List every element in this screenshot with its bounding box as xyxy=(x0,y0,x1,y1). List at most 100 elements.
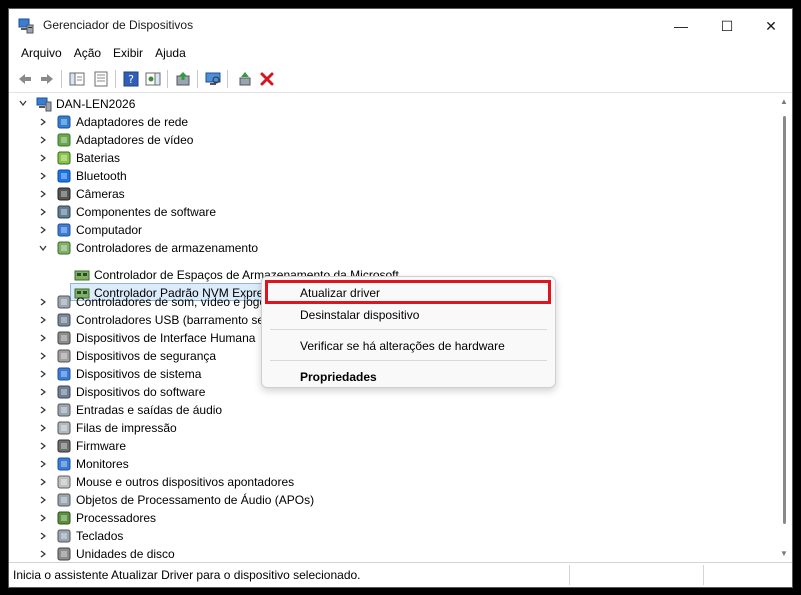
status-bar: Inicia o assistente Atualizar Driver par… xyxy=(9,562,792,587)
device-manager-app-icon xyxy=(18,18,34,34)
tree-category-label[interactable]: Controladores de som, vídeo e jogos xyxy=(76,293,272,311)
tree-category-label[interactable]: Computador xyxy=(76,221,142,239)
menu-item-scan-hardware[interactable]: Verificar se há alterações de hardware xyxy=(300,339,505,353)
menu-separator xyxy=(270,329,547,330)
processor-icon xyxy=(57,511,71,525)
chevron-right-icon[interactable] xyxy=(38,459,48,469)
minimize-button[interactable]: — xyxy=(658,9,704,43)
storage-controller-icon xyxy=(57,241,71,255)
back-icon[interactable] xyxy=(15,69,35,89)
apo-icon xyxy=(57,493,71,507)
hid-icon xyxy=(57,331,71,345)
firmware-icon xyxy=(57,439,71,453)
tree-category-label[interactable]: Teclados xyxy=(76,527,123,545)
tree-category-label[interactable]: Filas de impressão xyxy=(76,419,177,437)
chevron-right-icon[interactable] xyxy=(38,423,48,433)
tree-category-label[interactable]: Entradas e saídas de áudio xyxy=(76,401,222,419)
enable-device-icon[interactable] xyxy=(235,69,255,89)
chevron-right-icon[interactable] xyxy=(38,513,48,523)
close-button[interactable]: ✕ xyxy=(748,9,794,43)
forward-icon[interactable] xyxy=(37,69,57,89)
svg-text:?: ? xyxy=(128,73,134,86)
chevron-right-icon[interactable] xyxy=(38,207,48,217)
audio-io-icon xyxy=(57,403,71,417)
action-pane-icon[interactable] xyxy=(143,69,163,89)
network-adapter-icon xyxy=(57,115,71,129)
monitor-icon xyxy=(57,457,71,471)
toolbar: ? xyxy=(9,65,792,93)
tree-category-label[interactable]: Mouse e outros dispositivos apontadores xyxy=(76,473,294,491)
title-bar: Gerenciador de Dispositivos — ☐ ✕ xyxy=(9,9,792,43)
tree-category-label[interactable]: Adaptadores de vídeo xyxy=(76,131,193,149)
tree-category-label[interactable]: Adaptadores de rede xyxy=(76,113,188,131)
chevron-right-icon[interactable] xyxy=(38,297,48,307)
update-driver-icon[interactable] xyxy=(173,69,193,89)
usb-icon xyxy=(57,313,71,327)
chevron-down-icon[interactable] xyxy=(18,98,28,108)
menu-acao[interactable]: Ação xyxy=(68,43,107,63)
menu-arquivo[interactable]: Arquivo xyxy=(15,43,68,63)
camera-icon xyxy=(57,187,71,201)
tree-category-label[interactable]: Dispositivos de Interface Humana xyxy=(76,329,255,347)
show-hide-console-tree-icon[interactable] xyxy=(67,69,87,89)
computer-icon xyxy=(57,223,71,237)
tree-category-label[interactable]: Dispositivos do software xyxy=(76,383,205,401)
tree-category-label[interactable]: Unidades de disco xyxy=(76,545,175,562)
chevron-right-icon[interactable] xyxy=(38,117,48,127)
scan-hardware-icon[interactable] xyxy=(203,69,223,89)
menu-ajuda[interactable]: Ajuda xyxy=(149,43,192,63)
help-icon[interactable]: ? xyxy=(121,69,141,89)
tree-category-label[interactable]: Dispositivos de sistema xyxy=(76,365,201,383)
sound-icon xyxy=(57,295,71,309)
tree-category-label[interactable]: Monitores xyxy=(76,455,129,473)
chevron-down-icon[interactable] xyxy=(38,243,48,253)
software-device-icon xyxy=(57,385,71,399)
maximize-button[interactable]: ☐ xyxy=(704,9,750,43)
tree-category-label[interactable]: Câmeras xyxy=(76,185,125,203)
menu-item-uninstall-device[interactable]: Desinstalar dispositivo xyxy=(300,308,419,322)
chevron-right-icon[interactable] xyxy=(38,153,48,163)
context-menu: Atualizar driver Desinstalar dispositivo… xyxy=(261,276,556,388)
tree-category-label[interactable]: Componentes de software xyxy=(76,203,216,221)
chevron-right-icon[interactable] xyxy=(38,171,48,181)
device-manager-window: Gerenciador de Dispositivos — ☐ ✕ Arquiv… xyxy=(8,8,793,588)
chevron-right-icon[interactable] xyxy=(38,225,48,235)
chevron-right-icon[interactable] xyxy=(38,135,48,145)
status-text: Inicia o assistente Atualizar Driver par… xyxy=(13,568,361,582)
chevron-right-icon[interactable] xyxy=(38,333,48,343)
battery-icon xyxy=(57,151,71,165)
scrollbar-thumb[interactable] xyxy=(783,116,786,524)
tree-category-label[interactable]: Firmware xyxy=(76,437,126,455)
uninstall-device-icon[interactable] xyxy=(257,69,277,89)
chevron-right-icon[interactable] xyxy=(38,477,48,487)
scroll-down-icon[interactable]: ▼ xyxy=(780,550,788,558)
tree-category-label[interactable]: Bluetooth xyxy=(76,167,127,185)
chevron-right-icon[interactable] xyxy=(38,369,48,379)
window-title: Gerenciador de Dispositivos xyxy=(43,18,194,32)
menu-separator xyxy=(270,360,547,361)
tree-root-label[interactable]: DAN-LEN2026 xyxy=(56,95,135,113)
chevron-right-icon[interactable] xyxy=(38,189,48,199)
chevron-right-icon[interactable] xyxy=(38,549,48,559)
tree-category-label[interactable]: Controladores de armazenamento xyxy=(76,239,258,257)
chevron-right-icon[interactable] xyxy=(38,405,48,415)
menu-item-update-driver[interactable]: Atualizar driver xyxy=(300,286,380,300)
menu-exibir[interactable]: Exibir xyxy=(107,43,149,63)
print-queue-icon xyxy=(57,421,71,435)
chevron-right-icon[interactable] xyxy=(38,351,48,361)
tree-category-label[interactable]: Dispositivos de segurança xyxy=(76,347,216,365)
disk-drive-icon xyxy=(57,547,71,561)
tree-category-label[interactable]: Objetos de Processamento de Áudio (APOs) xyxy=(76,491,314,509)
properties-icon[interactable] xyxy=(91,69,111,89)
chevron-right-icon[interactable] xyxy=(38,441,48,451)
chevron-right-icon[interactable] xyxy=(38,315,48,325)
chevron-right-icon[interactable] xyxy=(38,531,48,541)
mouse-icon xyxy=(57,475,71,489)
chevron-right-icon[interactable] xyxy=(38,495,48,505)
tree-category-label[interactable]: Processadores xyxy=(76,509,156,527)
vertical-scrollbar[interactable]: ▲ ▼ xyxy=(776,94,792,562)
tree-category-label[interactable]: Baterias xyxy=(76,149,120,167)
chevron-right-icon[interactable] xyxy=(38,387,48,397)
scroll-up-icon[interactable]: ▲ xyxy=(780,98,788,106)
menu-item-properties[interactable]: Propriedades xyxy=(300,370,377,384)
